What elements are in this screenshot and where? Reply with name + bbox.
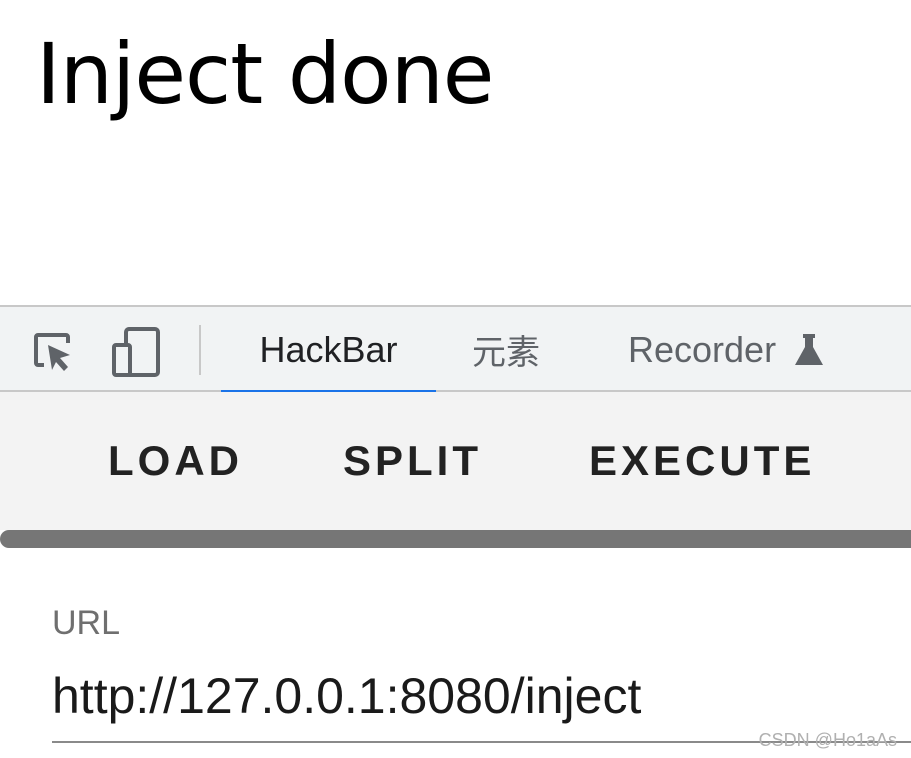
tab-recorder[interactable]: Recorder [628, 307, 824, 392]
toolbar-divider-bar [0, 530, 911, 548]
split-button[interactable]: SPLIT [343, 440, 482, 482]
hackbar-toolbar: LOAD SPLIT EXECUTE [0, 392, 911, 530]
tab-elements[interactable]: 元素 [472, 307, 540, 392]
url-label: URL [52, 604, 121, 642]
load-button[interactable]: LOAD [108, 440, 243, 482]
url-input[interactable] [52, 652, 911, 740]
device-toolbar-icon[interactable] [112, 327, 162, 377]
element-picker-icon[interactable] [28, 327, 78, 377]
tab-recorder-label: Recorder [628, 328, 777, 370]
toolbar-separator [199, 325, 201, 375]
tab-hackbar-label: HackBar [259, 328, 398, 370]
flask-icon [795, 333, 824, 365]
tab-elements-label: 元素 [472, 333, 540, 373]
execute-button[interactable]: EXECUTE [589, 440, 815, 482]
watermark: CSDN @Ho1aAs [758, 730, 897, 750]
devtools-tab-strip: HackBar 元素 Recorder [0, 305, 911, 394]
page-heading: Inject done [36, 25, 494, 123]
page: Inject done HackBar 元素 Recorder LOAD SPL… [0, 0, 911, 758]
tab-hackbar[interactable]: HackBar [221, 307, 436, 394]
